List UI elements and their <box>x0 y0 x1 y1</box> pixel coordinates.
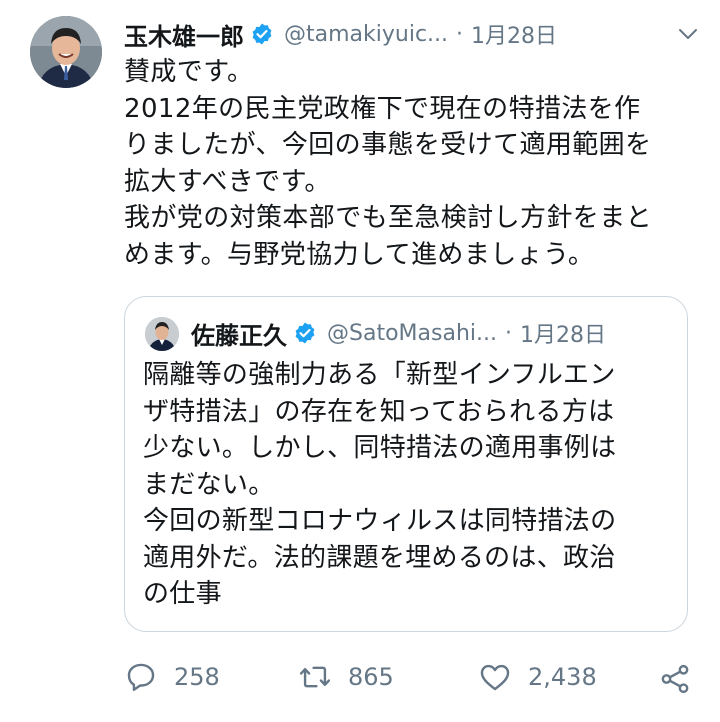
quoted-tweet-date: 1月28日 <box>519 323 606 348</box>
tweet-line: めます。与野党協力して進めましょう。 <box>124 239 595 270</box>
quoted-line: 少ない。しかし、同特措法の適用事例は <box>143 433 617 463</box>
tweet-action-bar: 258 865 2,438 <box>124 660 694 700</box>
quoted-line: ザ特措法」の存在を知っておられる方は <box>143 396 615 427</box>
chevron-down-icon[interactable] <box>676 22 700 46</box>
tweet-date[interactable]: 1月28日 <box>471 18 557 50</box>
quoted-line: 適用外だ。法的課題を埋めるのは、政治 <box>143 542 616 573</box>
retweet-icon <box>299 666 331 688</box>
quoted-line: の仕事 <box>143 579 222 609</box>
quoted-author-handle: @SatoMasahi... <box>327 320 497 346</box>
author-name[interactable]: 玉木雄一郎 <box>124 17 244 52</box>
tweet-header: 玉木雄一郎 @tamakiyuic... · 1月28日 <box>124 14 700 54</box>
verified-badge-icon <box>293 321 317 345</box>
quoted-line: 今回の新型コロナウィルスは同特措法の <box>143 506 617 536</box>
tweet-line: 賛成です。 <box>124 57 254 87</box>
quoted-tweet-card[interactable]: 佐藤正久 @SatoMasahi... · 1月28日 隔離等の強制力ある「新型… <box>124 296 688 632</box>
verified-badge-icon <box>250 22 274 46</box>
author-handle[interactable]: @tamakiyuic... <box>284 22 448 47</box>
quoted-tweet-header: 佐藤正久 @SatoMasahi... · 1月28日 <box>191 313 669 353</box>
tweet-line: 2012年の民主党政権下で現在の特措法を作 <box>124 93 641 124</box>
header-separator: · <box>456 21 464 47</box>
tweet-line: 拡大すべきです。 <box>124 166 331 197</box>
quoted-tweet-text: 隔離等の強制力ある「新型インフルエン ザ特措法」の存在を知っておられる方は 少な… <box>143 357 673 613</box>
retweet-count: 865 <box>348 663 394 691</box>
reply-button[interactable]: 258 <box>124 660 220 694</box>
tweet-text: 賛成です。 2012年の民主党政権下で現在の特措法を作 りましたが、今回の事態を… <box>124 54 694 273</box>
retweet-button[interactable]: 865 <box>298 660 394 694</box>
like-count: 2,438 <box>528 663 597 691</box>
tweet-line: りましたが、今回の事態を受けて適用範囲を <box>124 130 652 160</box>
share-button[interactable] <box>658 662 692 696</box>
quoted-header-separator: · <box>504 320 512 346</box>
reply-count: 258 <box>174 663 220 691</box>
heart-icon <box>480 664 510 691</box>
quoted-line: まだない。 <box>143 469 275 500</box>
like-button[interactable]: 2,438 <box>478 660 597 694</box>
reply-icon <box>127 663 155 691</box>
quoted-line: 隔離等の強制力ある「新型インフルエン <box>143 360 616 390</box>
tweet-line: 我が党の対策本部でも至急検討し方針をまと <box>124 203 653 233</box>
author-avatar[interactable] <box>30 16 102 88</box>
share-icon <box>661 664 689 694</box>
quoted-author-avatar <box>145 317 179 351</box>
quoted-author-name: 佐藤正久 <box>191 321 287 350</box>
